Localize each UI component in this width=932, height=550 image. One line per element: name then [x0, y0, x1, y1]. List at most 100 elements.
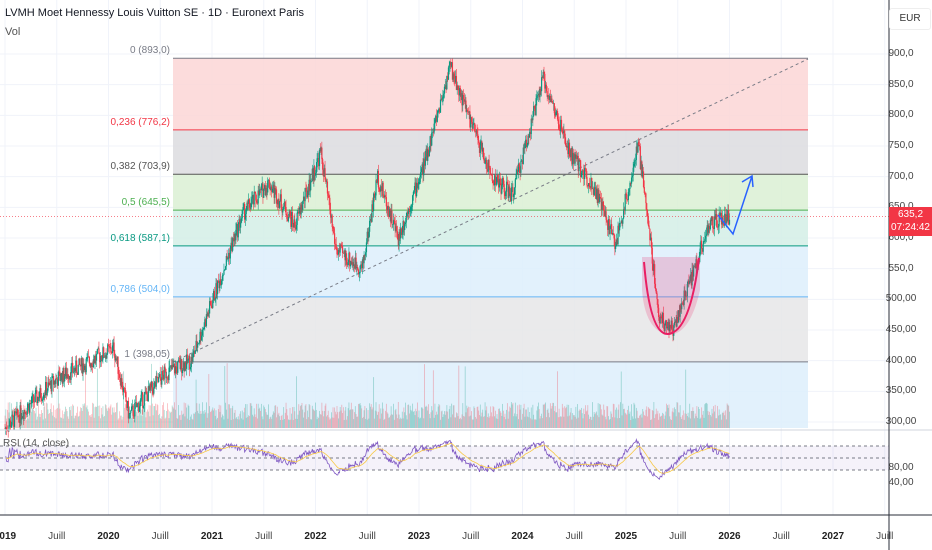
volume-bar: [581, 413, 583, 428]
candle: [205, 314, 208, 327]
volume-bar: [233, 412, 235, 428]
volume-bar: [722, 413, 724, 428]
volume-bar: [398, 414, 400, 428]
candle: [505, 191, 507, 197]
volume-bar: [103, 416, 105, 428]
volume-bar: [457, 416, 459, 428]
volume-bar: [170, 411, 172, 428]
volume-bar: [670, 419, 672, 428]
candle: [223, 270, 225, 275]
volume-bar: [350, 402, 352, 428]
candle: [605, 211, 607, 220]
volume-bar: [215, 410, 217, 428]
candle: [419, 172, 422, 178]
candle: [101, 359, 103, 361]
volume-bar: [475, 418, 477, 428]
volume-bar: [522, 408, 524, 428]
volume-bar: [379, 418, 381, 428]
volume-bar: [256, 403, 257, 428]
candle: [443, 93, 445, 98]
candle: [310, 181, 312, 191]
candle: [255, 200, 258, 203]
volume-bar: [453, 405, 455, 428]
volume-bar: [238, 419, 240, 428]
volume-bar: [175, 366, 177, 428]
candle: [436, 113, 438, 122]
volume-bar: [51, 412, 53, 428]
volume-bar: [400, 417, 402, 428]
volume-bar: [692, 407, 694, 428]
volume-bar: [417, 402, 418, 428]
volume-bar: [124, 407, 125, 428]
candle: [412, 195, 414, 206]
volume-bar: [549, 417, 550, 428]
price-tick: 900,0: [888, 48, 914, 59]
candle: [509, 186, 511, 194]
volume-bar: [194, 413, 195, 428]
volume-bar: [434, 403, 436, 428]
volume-bar: [129, 417, 131, 428]
volume-bar: [639, 415, 640, 428]
volume-bar: [142, 415, 144, 428]
volume-bar: [151, 403, 153, 428]
volume-bar: [246, 404, 248, 428]
volume-bar: [292, 407, 293, 428]
candle: [524, 143, 526, 149]
chart-canvas[interactable]: [0, 0, 932, 550]
candle: [263, 189, 265, 198]
volume-bar: [318, 418, 320, 428]
volume-bar: [112, 412, 114, 428]
volume-bar: [608, 416, 609, 428]
volume-bar: [75, 415, 77, 428]
currency-button[interactable]: EUR: [889, 8, 931, 30]
volume-bar: [403, 407, 405, 428]
volume-bar: [255, 417, 257, 428]
volume-bar: [425, 405, 427, 428]
volume-bar: [393, 419, 395, 428]
volume-bar: [199, 414, 201, 428]
candle: [329, 197, 331, 210]
candle: [466, 109, 469, 112]
volume-bar: [461, 414, 463, 428]
volume-bar: [329, 419, 331, 428]
volume-bar: [486, 406, 488, 428]
candle: [447, 67, 450, 80]
volume-bar: [186, 418, 188, 428]
volume-bar: [260, 410, 261, 428]
volume-bar: [685, 369, 687, 428]
volume-bar: [134, 409, 136, 428]
candle: [647, 216, 649, 226]
volume-bar: [42, 412, 43, 428]
volume-bar: [584, 405, 586, 428]
volume-bar: [721, 419, 722, 428]
volume-bar: [279, 416, 281, 428]
date-tick: Juill: [772, 531, 790, 542]
volume-bar: [366, 419, 368, 428]
chart-root[interactable]: LVMH Moet Hennessy Louis Vuitton SE · 1D…: [0, 0, 932, 550]
volume-bar: [524, 416, 526, 428]
volume-bar: [138, 410, 140, 428]
candle: [260, 185, 262, 191]
volume-bar: [82, 403, 84, 428]
candle: [140, 394, 142, 400]
candle: [248, 199, 251, 208]
volume-bar: [299, 406, 301, 428]
candle: [382, 182, 384, 196]
candle: [499, 178, 501, 184]
price-tick: 450,00: [885, 323, 917, 335]
volume-bar: [147, 409, 148, 428]
volume-bar: [468, 416, 470, 428]
volume-bar: [467, 406, 469, 428]
volume-bar: [163, 409, 165, 428]
volume-bar: [308, 404, 310, 428]
volume-bar: [401, 418, 402, 428]
volume-bar: [456, 413, 458, 428]
volume-bar: [97, 405, 99, 428]
volume-bar: [641, 417, 643, 428]
candle: [76, 360, 78, 373]
volume-bar: [669, 416, 671, 428]
volume-bar: [365, 418, 367, 428]
volume-bar: [331, 417, 333, 428]
candle: [47, 382, 49, 391]
price-tick: 700,0: [888, 170, 914, 182]
